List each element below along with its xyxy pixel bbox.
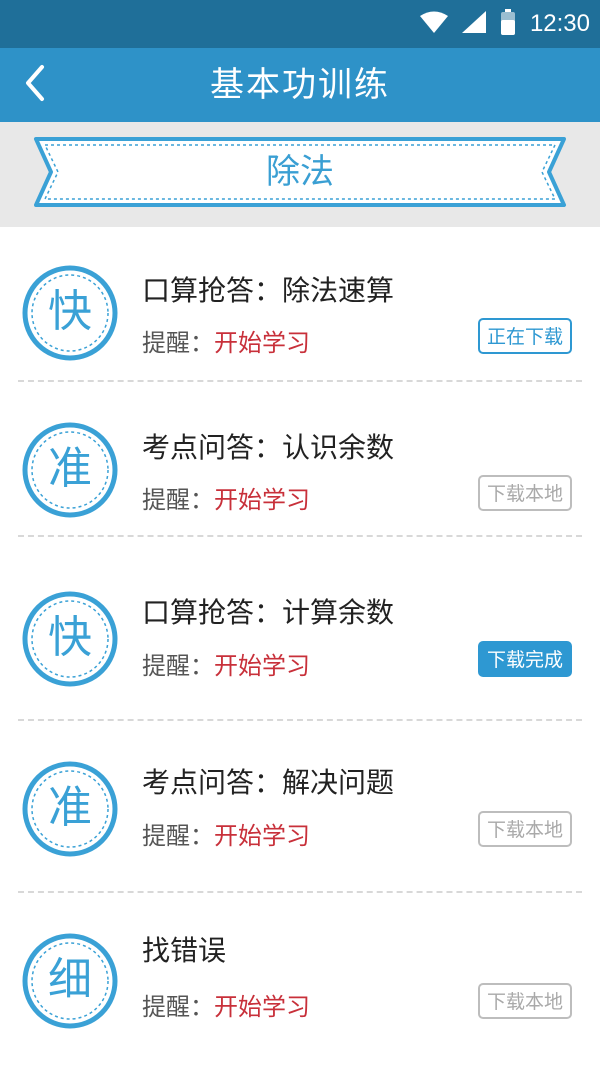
badge-char: 快	[48, 286, 92, 337]
reminder: 提醒：开始学习	[142, 323, 310, 358]
download-button[interactable]: 下载本地	[478, 983, 572, 1019]
signal-icon	[461, 11, 486, 37]
badge-zhun-icon: 准	[22, 761, 118, 857]
wifi-icon	[419, 11, 448, 37]
divider	[18, 535, 582, 537]
battery-icon	[500, 9, 516, 39]
list-item[interactable]: 准 考点问答：解决问题 提醒：开始学习 下载本地	[0, 721, 600, 893]
list-item[interactable]: 快 口算抢答：除法速算 提醒：开始学习 正在下载	[0, 227, 600, 382]
list-item[interactable]: 细 找错误 提醒：开始学习 下载本地	[0, 893, 600, 1065]
list-item[interactable]: 快 口算抢答：计算余数 提醒：开始学习 下载完成	[0, 551, 600, 721]
start-learning-link[interactable]: 开始学习	[214, 652, 310, 680]
item-title: 考点问答：解决问题	[142, 766, 395, 799]
badge-char: 细	[48, 954, 92, 1005]
badge-kuai-icon: 快	[22, 591, 118, 687]
reminder-label: 提醒：	[142, 822, 214, 850]
category-title: 除法	[266, 152, 334, 192]
list-item[interactable]: 准 考点问答：认识余数 提醒：开始学习 下载本地	[0, 382, 600, 537]
download-button[interactable]: 下载本地	[478, 475, 572, 511]
badge-char: 快	[48, 612, 92, 663]
status-icons: 12:30	[419, 0, 590, 48]
category-banner: 除法	[0, 122, 600, 227]
reminder: 提醒：开始学习	[142, 480, 310, 515]
badge-zhun-icon: 准	[22, 422, 118, 518]
reminder: 提醒：开始学习	[142, 646, 310, 681]
start-learning-link[interactable]: 开始学习	[214, 329, 310, 357]
start-learning-link[interactable]: 开始学习	[214, 993, 310, 1021]
page-title: 基本功训练	[210, 65, 390, 105]
item-title: 考点问答：认识余数	[142, 431, 395, 464]
start-learning-link[interactable]: 开始学习	[214, 822, 310, 850]
reminder-label: 提醒：	[142, 993, 214, 1021]
badge-char: 准	[48, 443, 92, 494]
reminder: 提醒：开始学习	[142, 816, 310, 851]
badge-xi-icon: 细	[22, 933, 118, 1029]
reminder-label: 提醒：	[142, 329, 214, 357]
reminder-label: 提醒：	[142, 652, 214, 680]
status-bar: 12:30	[0, 0, 600, 48]
download-button[interactable]: 下载本地	[478, 811, 572, 847]
badge-char: 准	[48, 782, 92, 833]
download-button[interactable]: 下载完成	[478, 641, 572, 677]
item-title: 口算抢答：除法速算	[142, 274, 395, 307]
start-learning-link[interactable]: 开始学习	[214, 486, 310, 514]
status-time: 12:30	[529, 10, 590, 37]
badge-kuai-icon: 快	[22, 265, 118, 361]
reminder-label: 提醒：	[142, 486, 214, 514]
nav-bar: 基本功训练	[0, 48, 600, 122]
item-title: 找错误	[142, 934, 227, 967]
item-title: 口算抢答：计算余数	[142, 596, 395, 629]
reminder: 提醒：开始学习	[142, 987, 310, 1022]
download-button[interactable]: 正在下载	[478, 318, 572, 354]
